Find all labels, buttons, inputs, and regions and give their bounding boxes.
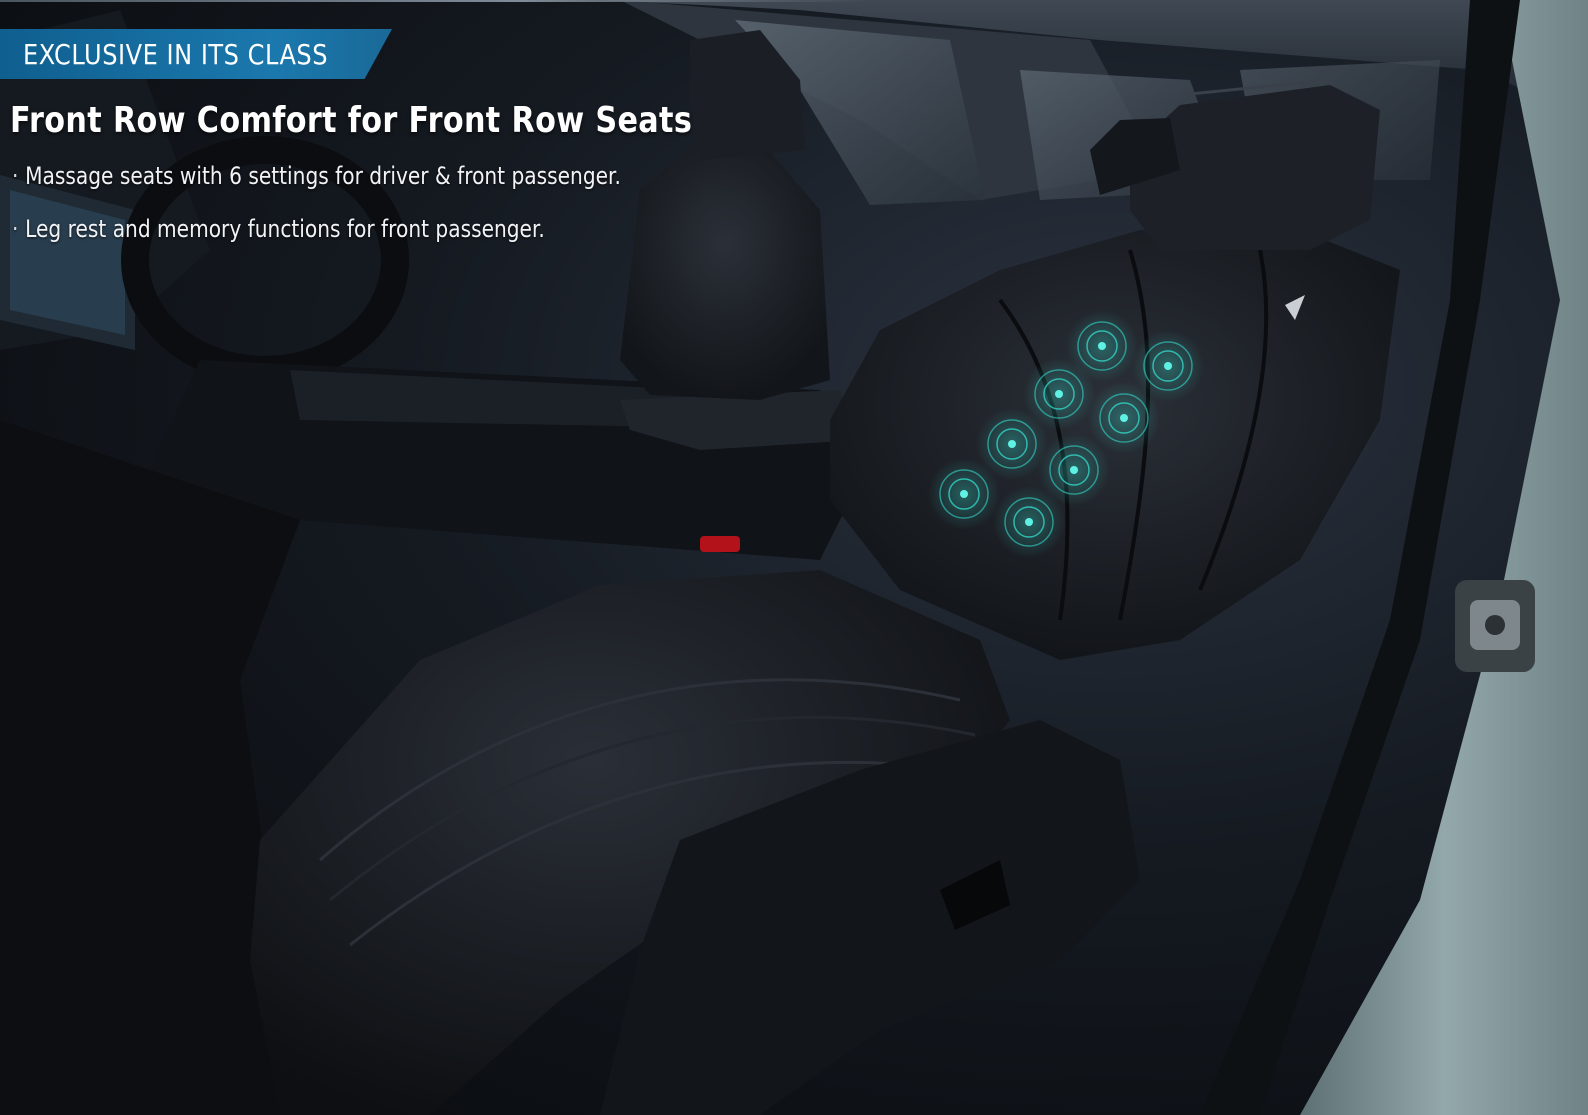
massage-point-icon [1088,382,1160,454]
exclusive-banner: EXCLUSIVE IN ITS CLASS [0,29,392,79]
feature-item: · Massage seats with 6 settings for drive… [12,160,621,213]
feature-text: Massage seats with 6 settings for driver… [25,162,621,190]
massage-point-icon [993,486,1065,558]
feature-text: Leg rest and memory functions for front … [25,215,545,243]
banner-label: EXCLUSIVE IN ITS CLASS [23,37,329,71]
page: EXCLUSIVE IN ITS CLASS Front Row Comfort… [0,0,1588,1115]
bullet-marker: · [12,162,19,190]
massage-point-icon [928,458,1000,530]
top-accent-line [0,0,870,2]
feature-list: · Massage seats with 6 settings for drive… [12,160,737,266]
bullet-marker: · [12,215,19,243]
feature-item: · Leg rest and memory functions for front… [12,213,621,266]
page-title: Front Row Comfort for Front Row Seats [10,100,693,141]
